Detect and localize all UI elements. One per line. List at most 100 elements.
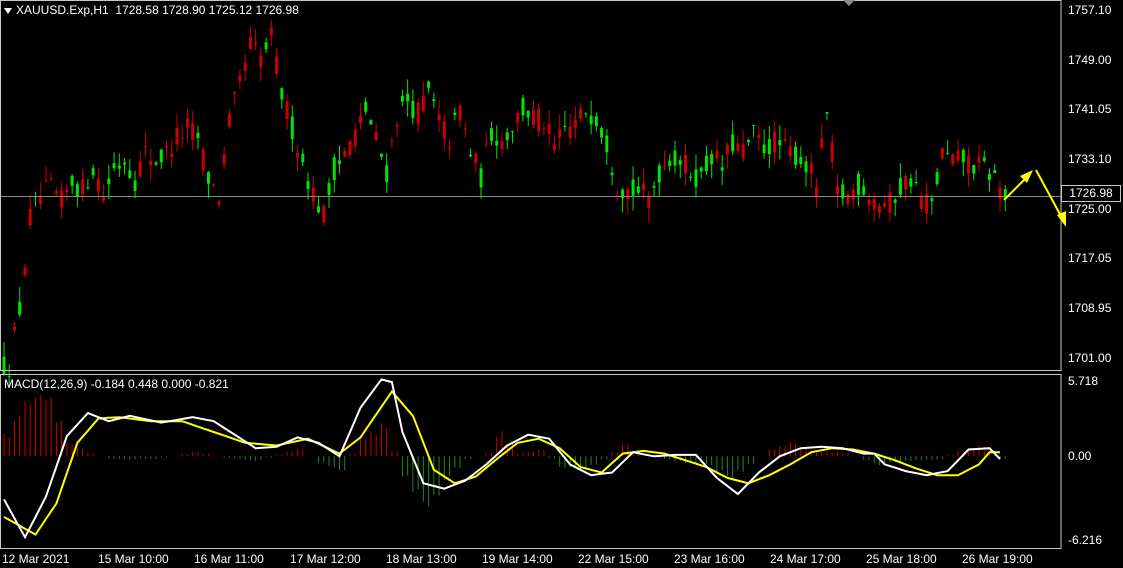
candle-body xyxy=(180,137,184,139)
candle-body xyxy=(778,140,782,146)
time-axis-label: 26 Mar 19:00 xyxy=(962,552,1033,566)
candle-body xyxy=(636,186,640,193)
candle-body xyxy=(600,128,604,138)
candle-body xyxy=(668,160,672,167)
candle-body xyxy=(584,113,588,115)
candle-body xyxy=(558,129,562,138)
chart-canvas[interactable] xyxy=(0,0,1123,568)
dropdown-triangle-icon[interactable] xyxy=(4,7,12,14)
candle-body xyxy=(794,146,798,165)
price-axis-label: 1701.00 xyxy=(1068,350,1112,365)
candle-body xyxy=(39,196,43,204)
candle-body xyxy=(615,194,619,196)
candle-body xyxy=(306,181,310,190)
candle-body xyxy=(196,132,200,139)
candle-body xyxy=(799,156,803,164)
candle-body xyxy=(741,144,745,159)
candle-body xyxy=(479,168,483,188)
candle-body xyxy=(217,201,221,205)
candle-body xyxy=(259,55,263,68)
candle-body xyxy=(81,179,85,195)
candle-body xyxy=(851,189,855,200)
candle-body xyxy=(500,141,504,149)
macd-panel[interactable] xyxy=(3,378,1006,540)
price-axis-label: 1741.05 xyxy=(1068,102,1112,117)
candle-body xyxy=(856,173,860,195)
candle-body xyxy=(201,149,205,171)
candle-body xyxy=(138,161,142,177)
candle-body xyxy=(490,128,494,141)
candle-body xyxy=(2,356,6,376)
candle-body xyxy=(437,114,441,121)
candle-body xyxy=(128,170,132,179)
time-axis-label: 16 Mar 11:00 xyxy=(194,552,264,566)
candle-body xyxy=(311,187,315,202)
candle-body xyxy=(317,206,321,213)
candle-body xyxy=(678,160,682,165)
candle-body xyxy=(395,125,399,127)
candle-body xyxy=(762,144,766,154)
candle-body xyxy=(243,62,247,71)
candle-body xyxy=(594,116,598,127)
candle-body xyxy=(248,36,252,50)
macd-axis-label: 5.718 xyxy=(1068,374,1099,388)
candle-body xyxy=(49,178,53,180)
price-axis-label: 1757.10 xyxy=(1068,2,1112,17)
macd-panel-border xyxy=(0,374,1062,549)
candle-body xyxy=(725,144,729,155)
candle-body xyxy=(474,153,478,164)
time-axis-label: 25 Mar 18:00 xyxy=(866,552,937,566)
candle-body xyxy=(133,180,137,191)
price-axis-label: 1749.00 xyxy=(1068,52,1112,67)
candle-body xyxy=(44,180,48,182)
candle-body xyxy=(484,143,488,145)
candle-body xyxy=(673,150,677,166)
candle-body xyxy=(579,108,583,119)
candle-body xyxy=(112,163,116,169)
candle-body xyxy=(568,126,572,138)
candle-body xyxy=(191,123,195,140)
candle-body xyxy=(893,199,897,203)
down-arrow-line xyxy=(1035,169,1063,219)
candle-body xyxy=(815,187,819,197)
candle-body xyxy=(657,165,661,183)
candle-body xyxy=(820,138,824,148)
candle-body xyxy=(406,93,410,102)
candle-body xyxy=(385,165,389,182)
current-price-tag: 1726.98 xyxy=(1061,185,1121,202)
price-panel-border xyxy=(0,0,1062,371)
candle-body xyxy=(930,198,934,202)
candle-body xyxy=(977,156,981,163)
candle-body xyxy=(264,42,268,50)
candle-body xyxy=(86,187,90,189)
candle-body xyxy=(18,301,22,315)
candle-body xyxy=(458,105,462,121)
candle-body xyxy=(967,156,971,174)
candle-body xyxy=(516,112,520,123)
candle-body xyxy=(783,138,787,141)
candle-body xyxy=(54,190,58,194)
candle-body xyxy=(804,161,808,173)
forecast-arrows xyxy=(1003,169,1066,227)
candle-body xyxy=(102,197,106,201)
candle-body xyxy=(537,108,541,131)
price-panel[interactable] xyxy=(0,19,1061,387)
candle-body xyxy=(301,153,305,163)
candle-body xyxy=(107,178,111,185)
time-axis-label: 18 Mar 13:00 xyxy=(386,552,457,566)
candle-body xyxy=(526,110,530,118)
candle-body xyxy=(364,101,368,112)
candle-body xyxy=(343,151,347,157)
macd-axis-label: 0.00 xyxy=(1068,449,1092,464)
candle-body xyxy=(788,146,792,157)
candle-body xyxy=(358,115,362,124)
candle-body xyxy=(946,152,950,154)
candle-body xyxy=(972,164,976,174)
candle-body xyxy=(411,100,415,118)
time-axis-label: 24 Mar 17:00 xyxy=(770,552,841,566)
candle-body xyxy=(238,75,242,82)
candle-body xyxy=(773,131,777,153)
candle-body xyxy=(919,196,923,210)
candle-body xyxy=(935,172,939,185)
chart-shift-marker-icon[interactable] xyxy=(843,0,855,6)
